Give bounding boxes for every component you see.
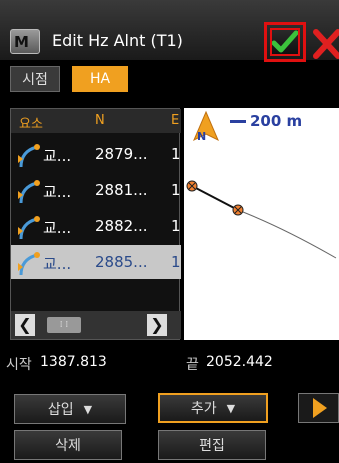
cell-northing: 2882... <box>95 217 148 235</box>
delete-label: 삭제 <box>55 438 81 454</box>
column-header-n[interactable]: N <box>95 113 105 128</box>
alignment-map[interactable]: N 200 m <box>184 108 339 340</box>
start-label: 시작 <box>6 357 32 373</box>
delete-button[interactable]: 삭제 <box>14 430 122 460</box>
title-bar: M Edit Hz Alnt (T1) <box>0 0 339 62</box>
cell-element-type: 교... <box>43 219 72 237</box>
close-icon <box>313 29 339 59</box>
table-row[interactable]: 교... 2881... 1 <box>11 173 181 207</box>
table-row-selected[interactable]: 교... 2885... 1 <box>11 245 181 279</box>
tab-bar: 시점 HA <box>0 62 339 94</box>
horizontal-scrollbar[interactable]: ❮ ⁞ ⁞ ❯ <box>11 311 181 339</box>
window-title: Edit Hz Alnt (T1) <box>52 31 183 50</box>
end-label: 끝 <box>186 357 199 373</box>
next-button[interactable] <box>298 393 339 423</box>
chevron-down-icon: ▼ <box>83 402 93 416</box>
tab-ha[interactable]: HA <box>72 66 128 92</box>
confirm-button[interactable] <box>264 22 306 62</box>
cell-northing: 2881... <box>95 181 148 199</box>
table-header: 요소 N E <box>11 109 181 133</box>
play-right-icon <box>312 398 327 418</box>
cell-element-type: 교... <box>43 147 72 165</box>
app-menu-icon[interactable]: M <box>10 29 40 54</box>
check-icon <box>272 30 298 53</box>
table-row[interactable]: 교... 2879... 1 <box>11 137 181 171</box>
alignment-drawing <box>186 180 337 259</box>
scroll-thumb[interactable]: ⁞ ⁞ <box>47 317 81 333</box>
cell-element-type: 교... <box>43 183 72 201</box>
app-icon-letter: M <box>14 33 29 51</box>
cell-northing: 2879... <box>95 145 148 163</box>
add-button[interactable]: 추가 ▼ <box>158 393 268 423</box>
insert-button[interactable]: 삽입 ▼ <box>14 394 126 424</box>
cell-easting: 1 <box>171 253 181 271</box>
insert-label: 삽입 <box>47 402 74 418</box>
edit-button[interactable]: 편집 <box>158 430 266 460</box>
chevron-down-icon: ▼ <box>226 401 236 415</box>
add-label: 추가 <box>190 401 217 417</box>
cell-easting: 1 <box>171 145 181 163</box>
curve-element-icon <box>18 144 40 168</box>
scroll-right-button[interactable]: ❯ <box>147 314 167 336</box>
column-header-element[interactable]: 요소 <box>19 113 43 132</box>
edit-label: 편집 <box>199 438 225 454</box>
start-value: 1387.813 <box>40 354 107 370</box>
column-header-e[interactable]: E <box>171 113 179 128</box>
station-info: 시작 1387.813 끝 2052.442 <box>0 354 339 378</box>
cell-element-type: 교... <box>43 255 72 273</box>
cell-easting: 1 <box>171 217 181 235</box>
cell-easting: 1 <box>171 181 181 199</box>
cell-northing: 2885... <box>95 253 148 271</box>
table-row[interactable]: 교... 2882... 1 <box>11 209 181 243</box>
scroll-left-button[interactable]: ❮ <box>15 314 35 336</box>
cancel-button[interactable] <box>312 26 339 60</box>
curve-element-icon <box>18 180 40 204</box>
end-value: 2052.442 <box>206 354 273 370</box>
curve-element-icon <box>18 216 40 240</box>
curve-element-icon <box>18 252 40 276</box>
tab-start[interactable]: 시점 <box>10 66 60 92</box>
element-table: 요소 N E 교... 2879... 1 교... 2881... 1 교..… <box>10 108 181 340</box>
